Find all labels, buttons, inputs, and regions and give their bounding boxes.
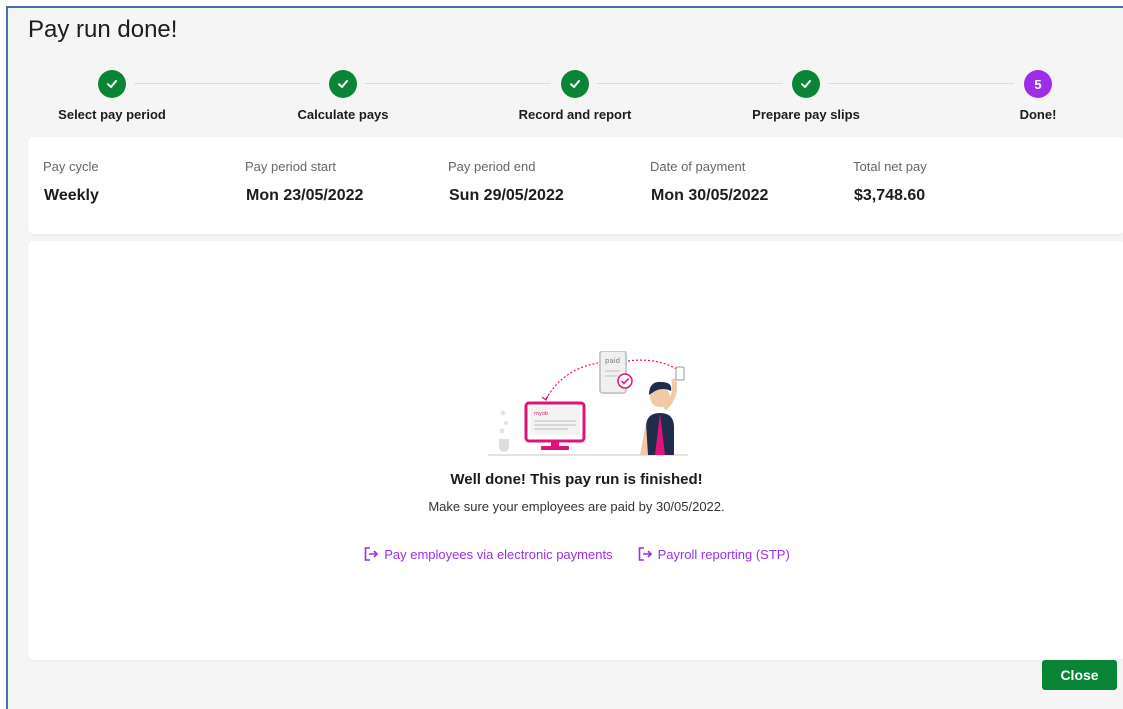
pay-run-window: Pay run done! Select pay period Calculat… xyxy=(6,6,1123,709)
summary-value: $3,748.60 xyxy=(854,187,926,204)
summary-label: Date of payment xyxy=(650,159,746,174)
external-link-icon xyxy=(364,547,379,561)
progress-stepper: Select pay period Calculate pays Record … xyxy=(8,68,1123,128)
step-label: Prepare pay slips xyxy=(752,107,860,122)
checkmark-icon xyxy=(561,70,589,98)
page-title: Pay run done! xyxy=(28,16,178,43)
pay-run-complete-illustration: myob paid xyxy=(488,351,688,456)
summary-value: Weekly xyxy=(44,187,99,204)
step-number: 5 xyxy=(1024,70,1052,98)
step-label: Calculate pays xyxy=(297,107,389,122)
step-done: 5 Done! xyxy=(938,70,1123,122)
summary-value: Sun 29/05/2022 xyxy=(449,187,564,204)
completion-headline: Well done! This pay run is finished! xyxy=(450,471,703,488)
step-select-pay-period: Select pay period xyxy=(12,70,212,122)
checkmark-icon xyxy=(329,70,357,98)
external-link-icon xyxy=(638,547,652,561)
phone-paid-text: paid xyxy=(605,357,620,365)
summary-label: Pay period end xyxy=(448,159,536,174)
pay-employees-electronic-link[interactable]: Pay employees via electronic payments xyxy=(363,546,613,562)
checkmark-icon xyxy=(792,70,820,98)
step-calculate-pays: Calculate pays xyxy=(243,70,443,122)
link-label: Pay employees via electronic payments xyxy=(384,546,613,562)
payroll-reporting-link[interactable]: Payroll reporting (STP) xyxy=(637,546,790,562)
completion-panel: myob paid Well done! This pay run is fin… xyxy=(28,241,1123,660)
summary-label: Total net pay xyxy=(853,159,927,174)
step-label: Done! xyxy=(1019,107,1057,122)
summary-label: Pay cycle xyxy=(43,159,99,174)
next-step-links: Pay employees via electronic payments Pa… xyxy=(28,546,1123,562)
step-record-and-report: Record and report xyxy=(475,70,675,122)
step-label: Select pay period xyxy=(58,107,166,122)
step-prepare-pay-slips: Prepare pay slips xyxy=(706,70,906,122)
close-button[interactable]: Close xyxy=(1042,660,1117,690)
completion-subline: Make sure your employees are paid by 30/… xyxy=(428,499,725,514)
link-label: Payroll reporting (STP) xyxy=(657,546,790,562)
step-label: Record and report xyxy=(518,107,632,122)
monitor-logo-text: myob xyxy=(534,411,548,417)
pay-run-summary: Pay cycle Weekly Pay period start Mon 23… xyxy=(28,137,1123,234)
summary-value: Mon 30/05/2022 xyxy=(651,187,769,204)
summary-value: Mon 23/05/2022 xyxy=(246,187,364,204)
checkmark-icon xyxy=(98,70,126,98)
summary-label: Pay period start xyxy=(245,159,337,174)
